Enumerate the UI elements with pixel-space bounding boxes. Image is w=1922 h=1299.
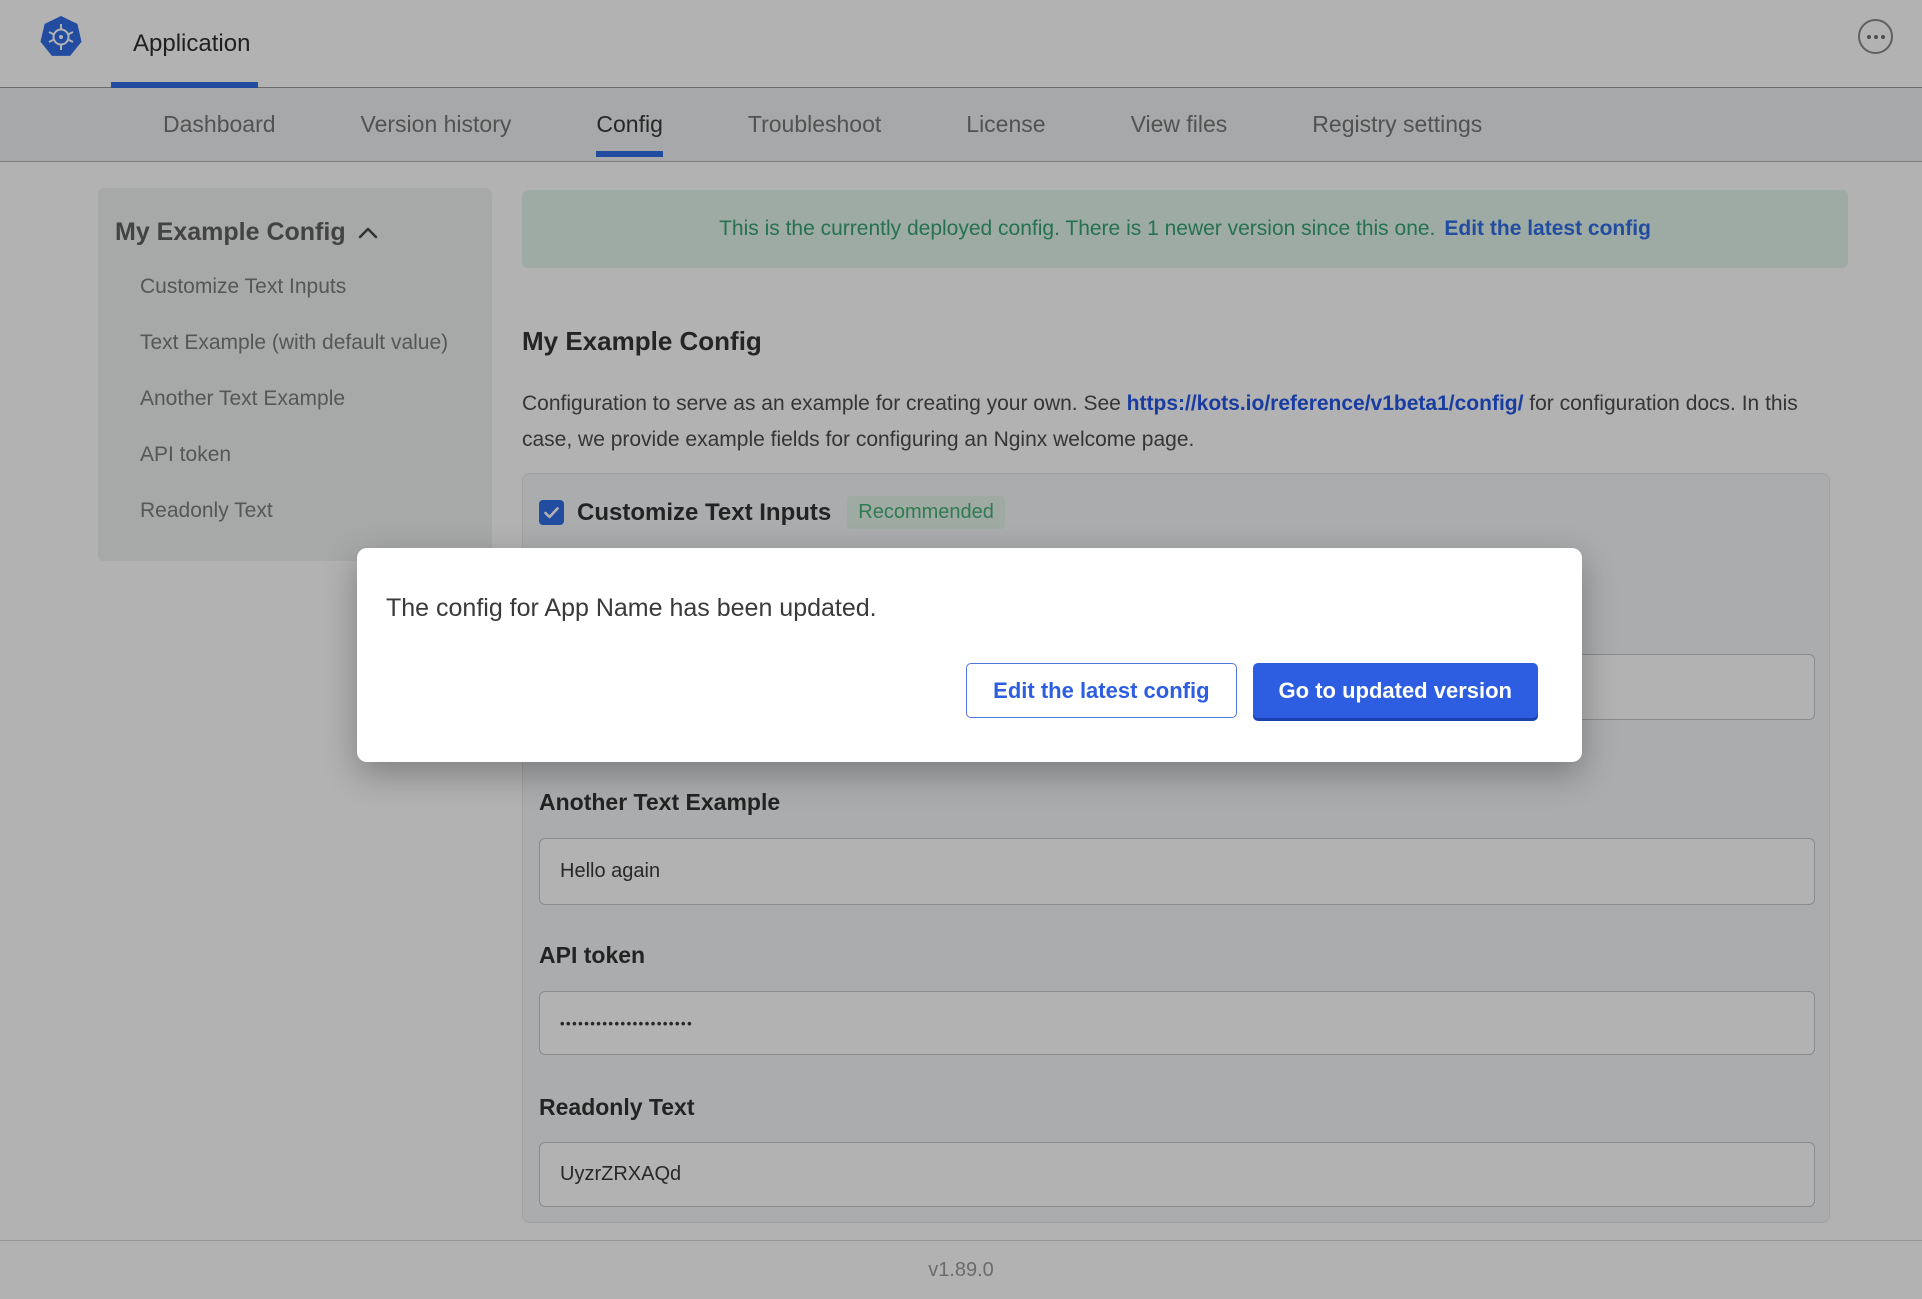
kots-admin-console: Application Dashboard Version history Co… xyxy=(0,0,1922,1299)
edit-latest-config-button[interactable]: Edit the latest config xyxy=(966,663,1237,718)
config-updated-modal: The config for App Name has been updated… xyxy=(357,548,1582,762)
go-to-updated-version-button[interactable]: Go to updated version xyxy=(1252,663,1538,718)
modal-message: The config for App Name has been updated… xyxy=(386,594,877,622)
modal-actions: Edit the latest config Go to updated ver… xyxy=(966,663,1538,718)
